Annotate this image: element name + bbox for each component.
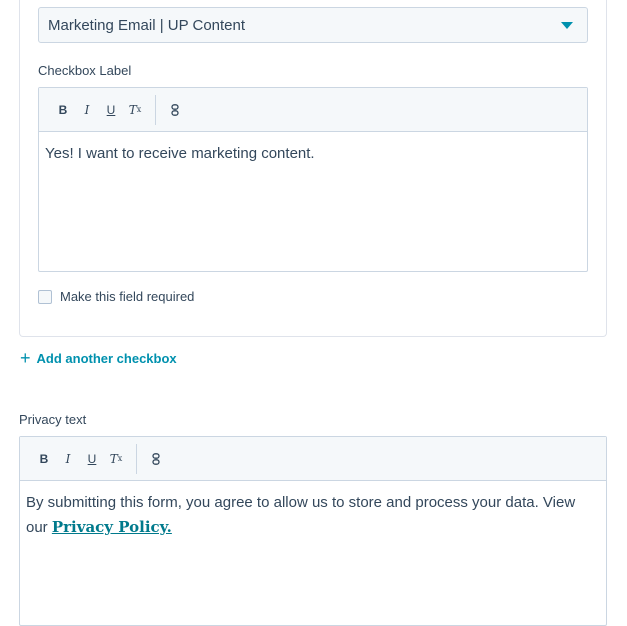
privacy-editor-toolbar: B I U Tx xyxy=(20,437,606,481)
caret-down-icon xyxy=(561,22,573,29)
underline-button[interactable]: U xyxy=(80,447,104,471)
clear-format-button[interactable]: Tx xyxy=(123,98,147,122)
toolbar-divider xyxy=(136,443,137,474)
checkbox-editor-toolbar: B I U Tx xyxy=(39,88,587,132)
toolbar-divider xyxy=(155,94,156,125)
add-another-checkbox-label: Add another checkbox xyxy=(36,350,177,366)
checkbox-label-heading: Checkbox Label xyxy=(38,63,132,78)
required-checkbox[interactable] xyxy=(38,289,52,304)
required-checkbox-label: Make this field required xyxy=(60,289,195,304)
bold-button[interactable]: B xyxy=(32,447,56,471)
privacy-text-editor: B I U Tx By submitting this form, you ag… xyxy=(19,436,607,626)
privacy-text-heading: Privacy text xyxy=(19,412,87,427)
checkbox-editor-content[interactable]: Yes! I want to receive marketing content… xyxy=(39,132,587,176)
privacy-policy-link[interactable]: Privacy Policy. xyxy=(52,518,172,536)
clear-format-button[interactable]: Tx xyxy=(104,447,128,471)
subscription-type-select[interactable]: Marketing Email | UP Content xyxy=(38,7,588,43)
checkbox-label-editor: B I U Tx Yes! I want to receive marketin… xyxy=(38,87,588,272)
plus-icon: + xyxy=(20,348,31,368)
link-icon[interactable] xyxy=(144,447,168,471)
privacy-editor-content[interactable]: By submitting this form, you agree to al… xyxy=(20,481,606,550)
bold-button[interactable]: B xyxy=(51,98,75,122)
italic-button[interactable]: I xyxy=(56,447,80,471)
link-icon[interactable] xyxy=(163,98,187,122)
subscription-type-value: Marketing Email | UP Content xyxy=(48,16,246,34)
underline-button[interactable]: U xyxy=(99,98,123,122)
add-another-checkbox-button[interactable]: + Add another checkbox xyxy=(20,349,177,367)
required-field-option[interactable]: Make this field required xyxy=(38,289,194,304)
italic-button[interactable]: I xyxy=(75,98,99,122)
